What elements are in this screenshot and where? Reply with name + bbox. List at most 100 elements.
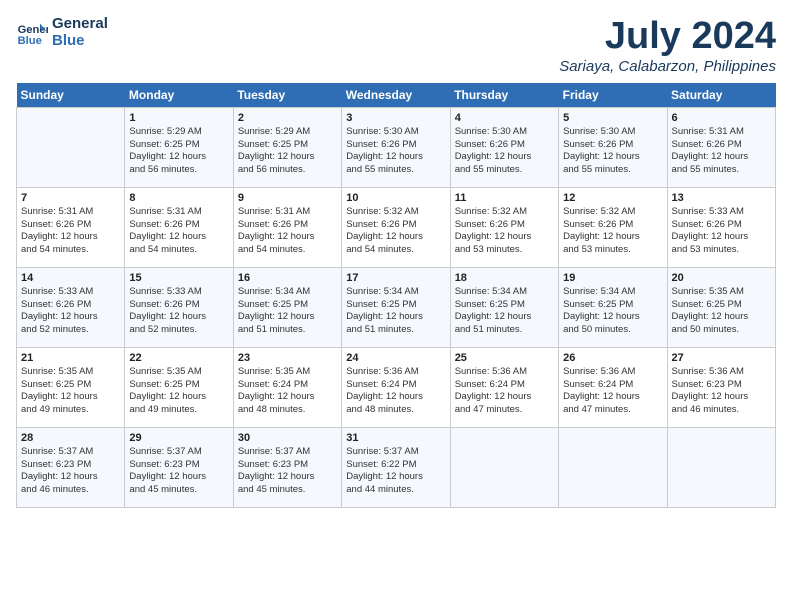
calendar-cell: 16 Sunrise: 5:34 AM Sunset: 6:25 PM Dayli… [233,267,341,347]
calendar-cell: 11 Sunrise: 5:32 AM Sunset: 6:26 PM Dayli… [450,187,558,267]
day-detail: Sunrise: 5:32 AM Sunset: 6:26 PM Dayligh… [563,206,662,257]
day-detail: Sunrise: 5:35 AM Sunset: 6:25 PM Dayligh… [672,286,771,337]
day-number: 3 [346,112,445,124]
day-number: 20 [672,272,771,284]
day-detail: Sunrise: 5:32 AM Sunset: 6:26 PM Dayligh… [346,206,445,257]
calendar-cell: 2 Sunrise: 5:29 AM Sunset: 6:25 PM Daylig… [233,107,341,187]
calendar-week-row: 1Sunrise: 5:29 AM Sunset: 6:25 PM Daylig… [17,107,776,187]
calendar-cell: 1Sunrise: 5:29 AM Sunset: 6:25 PM Daylig… [125,107,233,187]
calendar-cell: 26 Sunrise: 5:36 AM Sunset: 6:24 PM Dayli… [559,347,667,427]
calendar-cell: 22Sunrise: 5:35 AM Sunset: 6:25 PM Dayli… [125,347,233,427]
day-detail: Sunrise: 5:37 AM Sunset: 6:23 PM Dayligh… [238,446,337,497]
day-detail: Sunrise: 5:34 AM Sunset: 6:25 PM Dayligh… [563,286,662,337]
header-day-thursday: Thursday [450,83,558,108]
day-detail: Sunrise: 5:32 AM Sunset: 6:26 PM Dayligh… [455,206,554,257]
day-detail: Sunrise: 5:31 AM Sunset: 6:26 PM Dayligh… [129,206,228,257]
calendar-cell: 9 Sunrise: 5:31 AM Sunset: 6:26 PM Daylig… [233,187,341,267]
calendar-cell: 18 Sunrise: 5:34 AM Sunset: 6:25 PM Dayli… [450,267,558,347]
day-detail: Sunrise: 5:31 AM Sunset: 6:26 PM Dayligh… [672,126,771,177]
day-detail: Sunrise: 5:33 AM Sunset: 6:26 PM Dayligh… [129,286,228,337]
day-detail: Sunrise: 5:37 AM Sunset: 6:22 PM Dayligh… [346,446,445,497]
calendar-cell: 14 Sunrise: 5:33 AM Sunset: 6:26 PM Dayli… [17,267,125,347]
calendar-week-row: 14 Sunrise: 5:33 AM Sunset: 6:26 PM Dayli… [17,267,776,347]
day-number: 9 [238,192,337,204]
day-detail: Sunrise: 5:34 AM Sunset: 6:25 PM Dayligh… [238,286,337,337]
logo-icon: General Blue [16,17,48,49]
calendar-header-row: SundayMondayTuesdayWednesdayThursdayFrid… [17,83,776,108]
calendar-cell: 23Sunrise: 5:35 AM Sunset: 6:24 PM Dayli… [233,347,341,427]
header-day-tuesday: Tuesday [233,83,341,108]
calendar-cell: 24 Sunrise: 5:36 AM Sunset: 6:24 PM Dayli… [342,347,450,427]
day-number: 21 [21,352,120,364]
month-title: July 2024 [559,16,776,58]
day-number: 25 [455,352,554,364]
day-number: 2 [238,112,337,124]
day-number: 18 [455,272,554,284]
day-number: 26 [563,352,662,364]
calendar-week-row: 21 Sunrise: 5:35 AM Sunset: 6:25 PM Dayli… [17,347,776,427]
day-number: 17 [346,272,445,284]
day-number: 16 [238,272,337,284]
header-day-wednesday: Wednesday [342,83,450,108]
day-detail: Sunrise: 5:35 AM Sunset: 6:25 PM Dayligh… [129,366,228,417]
day-number: 4 [455,112,554,124]
day-detail: Sunrise: 5:37 AM Sunset: 6:23 PM Dayligh… [21,446,120,497]
day-number: 6 [672,112,771,124]
day-number: 30 [238,432,337,444]
day-number: 27 [672,352,771,364]
day-number: 19 [563,272,662,284]
svg-text:General: General [18,24,48,36]
calendar-cell: 5Sunrise: 5:30 AM Sunset: 6:26 PM Daylig… [559,107,667,187]
day-number: 31 [346,432,445,444]
calendar-cell [450,427,558,507]
calendar-cell: 8 Sunrise: 5:31 AM Sunset: 6:26 PM Daylig… [125,187,233,267]
calendar-cell: 19 Sunrise: 5:34 AM Sunset: 6:25 PM Dayli… [559,267,667,347]
day-detail: Sunrise: 5:35 AM Sunset: 6:25 PM Dayligh… [21,366,120,417]
page-header: General Blue General Blue July 2024 Sari… [16,16,776,75]
title-block: July 2024 Sariaya, Calabarzon, Philippin… [559,16,776,75]
day-detail: Sunrise: 5:29 AM Sunset: 6:25 PM Dayligh… [129,126,228,177]
calendar-cell: 13 Sunrise: 5:33 AM Sunset: 6:26 PM Dayli… [667,187,775,267]
day-number: 7 [21,192,120,204]
day-number: 24 [346,352,445,364]
calendar-cell: 10 Sunrise: 5:32 AM Sunset: 6:26 PM Dayli… [342,187,450,267]
day-number: 13 [672,192,771,204]
calendar-cell [17,107,125,187]
calendar-week-row: 28 Sunrise: 5:37 AM Sunset: 6:23 PM Dayli… [17,427,776,507]
day-detail: Sunrise: 5:36 AM Sunset: 6:24 PM Dayligh… [455,366,554,417]
day-detail: Sunrise: 5:36 AM Sunset: 6:23 PM Dayligh… [672,366,771,417]
day-detail: Sunrise: 5:31 AM Sunset: 6:26 PM Dayligh… [21,206,120,257]
calendar-cell: 17 Sunrise: 5:34 AM Sunset: 6:25 PM Dayli… [342,267,450,347]
calendar-cell: 3 Sunrise: 5:30 AM Sunset: 6:26 PM Daylig… [342,107,450,187]
calendar-cell: 31 Sunrise: 5:37 AM Sunset: 6:22 PM Dayli… [342,427,450,507]
calendar-table: SundayMondayTuesdayWednesdayThursdayFrid… [16,83,776,508]
location-title: Sariaya, Calabarzon, Philippines [559,58,776,75]
day-number: 11 [455,192,554,204]
day-number: 23 [238,352,337,364]
calendar-cell: 21 Sunrise: 5:35 AM Sunset: 6:25 PM Dayli… [17,347,125,427]
day-number: 5 [563,112,662,124]
calendar-cell: 15Sunrise: 5:33 AM Sunset: 6:26 PM Dayli… [125,267,233,347]
day-detail: Sunrise: 5:37 AM Sunset: 6:23 PM Dayligh… [129,446,228,497]
day-detail: Sunrise: 5:36 AM Sunset: 6:24 PM Dayligh… [346,366,445,417]
day-number: 28 [21,432,120,444]
calendar-cell: 30 Sunrise: 5:37 AM Sunset: 6:23 PM Dayli… [233,427,341,507]
day-number: 10 [346,192,445,204]
day-detail: Sunrise: 5:30 AM Sunset: 6:26 PM Dayligh… [346,126,445,177]
day-detail: Sunrise: 5:31 AM Sunset: 6:26 PM Dayligh… [238,206,337,257]
logo-general: General [52,16,108,33]
day-detail: Sunrise: 5:36 AM Sunset: 6:24 PM Dayligh… [563,366,662,417]
header-day-saturday: Saturday [667,83,775,108]
day-number: 8 [129,192,228,204]
calendar-cell: 6 Sunrise: 5:31 AM Sunset: 6:26 PM Daylig… [667,107,775,187]
calendar-cell: 7 Sunrise: 5:31 AM Sunset: 6:26 PM Daylig… [17,187,125,267]
day-detail: Sunrise: 5:34 AM Sunset: 6:25 PM Dayligh… [455,286,554,337]
day-detail: Sunrise: 5:30 AM Sunset: 6:26 PM Dayligh… [455,126,554,177]
day-detail: Sunrise: 5:34 AM Sunset: 6:25 PM Dayligh… [346,286,445,337]
day-detail: Sunrise: 5:33 AM Sunset: 6:26 PM Dayligh… [21,286,120,337]
calendar-week-row: 7 Sunrise: 5:31 AM Sunset: 6:26 PM Daylig… [17,187,776,267]
day-number: 14 [21,272,120,284]
calendar-cell [667,427,775,507]
day-detail: Sunrise: 5:29 AM Sunset: 6:25 PM Dayligh… [238,126,337,177]
day-detail: Sunrise: 5:33 AM Sunset: 6:26 PM Dayligh… [672,206,771,257]
